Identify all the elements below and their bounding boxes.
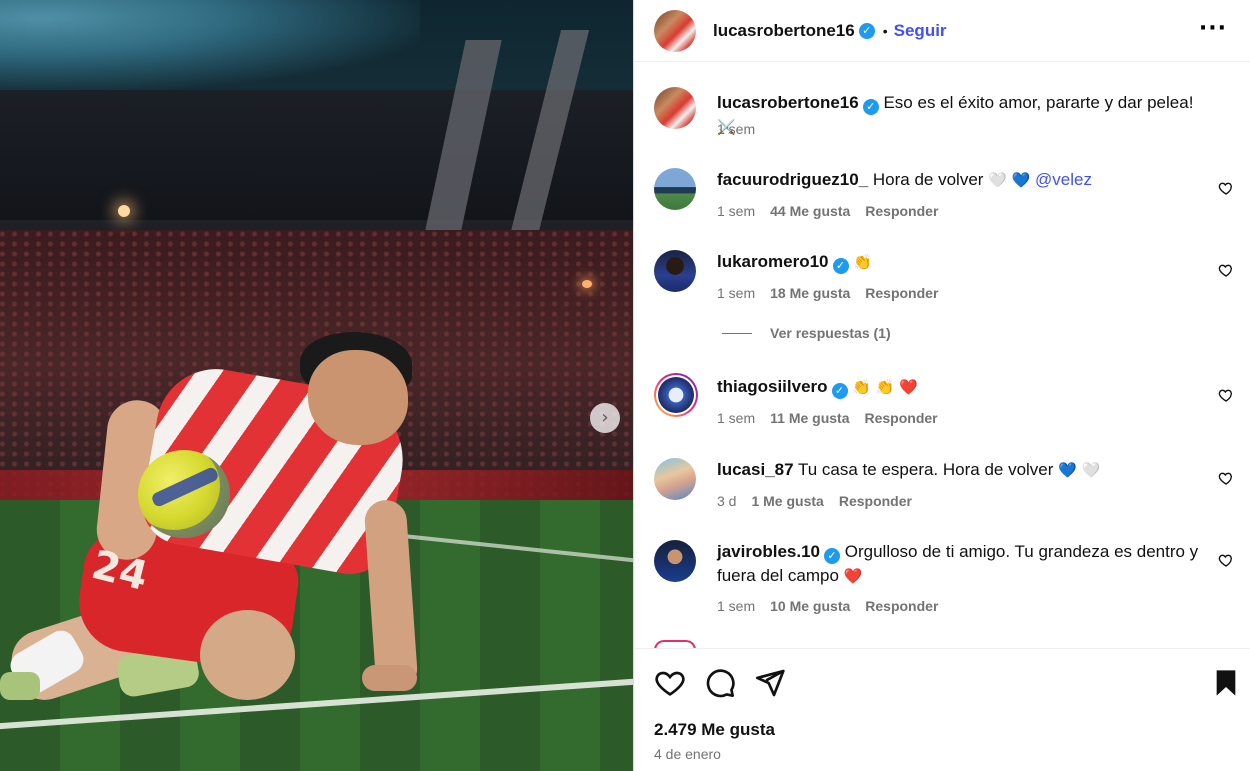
view-replies-button[interactable]: Ver respuestas (1) — [722, 325, 891, 341]
comment-likes[interactable]: 10 Me gusta — [770, 598, 850, 614]
comment-text: Hora de volver — [872, 170, 984, 189]
reply-button[interactable]: Responder — [865, 285, 938, 301]
player-knee — [200, 610, 295, 700]
reply-button[interactable]: Responder — [865, 598, 938, 614]
share-icon[interactable] — [754, 667, 786, 699]
comment-username[interactable]: facuurodriguez10_ — [717, 170, 868, 189]
comment-username[interactable]: javirobles.10 — [717, 542, 820, 561]
reply-button[interactable]: Responder — [839, 493, 912, 509]
comment-time[interactable]: 1 sem — [717, 598, 755, 614]
comment-emoji: ❤️ — [843, 566, 863, 585]
post-actions: 2.479 Me gusta 4 de enero — [634, 648, 1250, 771]
verified-icon: ✓ — [858, 22, 875, 39]
caption-text: Eso es el éxito amor, pararte y dar pele… — [883, 93, 1194, 112]
comment-likes[interactable]: 1 Me gusta — [751, 493, 823, 509]
comment-time[interactable]: 3 d — [717, 493, 736, 509]
likes-count[interactable]: 2.479 Me gusta — [654, 720, 775, 740]
player-boot — [0, 672, 40, 700]
post-header: lucasrobertone16 ✓ • Seguir ··· — [634, 0, 1250, 62]
post-panel: lucasrobertone16 ✓ • Seguir ··· lucasrob… — [633, 0, 1250, 771]
comment-username[interactable]: lucasi_87 — [717, 460, 794, 479]
author-username[interactable]: lucasrobertone16 — [713, 21, 855, 41]
comment-likes[interactable]: 11 Me gusta — [770, 410, 849, 426]
like-heart-icon[interactable] — [654, 667, 686, 699]
heart-icon[interactable] — [1218, 387, 1234, 403]
stadium-light — [118, 205, 130, 217]
mention-link[interactable]: @velez — [1035, 170, 1092, 189]
avatar[interactable] — [658, 377, 694, 413]
story-ring[interactable] — [654, 640, 696, 648]
caption-time[interactable]: 1 sem — [717, 121, 755, 137]
reply-button[interactable]: Responder — [865, 203, 938, 219]
story-ring[interactable] — [654, 373, 698, 417]
divider-line — [722, 332, 752, 334]
chevron-right-icon: › — [601, 407, 609, 428]
separator-dot: • — [882, 22, 888, 39]
player-hand — [362, 665, 417, 691]
heart-icon[interactable] — [1218, 552, 1234, 568]
avatar[interactable] — [654, 540, 696, 582]
comment-likes[interactable]: 44 Me gusta — [770, 203, 850, 219]
heart-icon[interactable] — [1218, 470, 1234, 486]
comment-username[interactable]: lukaromero10 — [717, 252, 829, 271]
avatar[interactable] — [654, 87, 696, 129]
carousel-next-button[interactable]: › — [590, 403, 620, 433]
comment-time[interactable]: 1 sem — [717, 203, 755, 219]
comment-emoji: 👏 — [853, 253, 872, 271]
more-options-icon[interactable]: ··· — [1199, 18, 1227, 40]
post-photo[interactable]: 24 › — [0, 0, 633, 771]
verified-icon: ✓ — [862, 98, 879, 115]
comment-text: Tu casa te espera. Hora de volver — [797, 460, 1054, 479]
heart-icon[interactable] — [1218, 262, 1234, 278]
comment-emoji: 👏 👏 ❤️ — [852, 378, 918, 396]
comment-emoji: 💙 🤍 — [1058, 461, 1101, 479]
player-head — [308, 350, 408, 445]
comment-emoji: 🤍 💙 — [988, 171, 1031, 189]
reply-button[interactable]: Responder — [865, 410, 938, 426]
comment-username[interactable]: thiagosiilvero — [717, 377, 828, 396]
view-replies-label: Ver respuestas (1) — [770, 325, 891, 341]
comment-icon[interactable] — [704, 667, 736, 699]
avatar[interactable] — [654, 9, 696, 52]
comment-time[interactable]: 1 sem — [717, 285, 755, 301]
stadium-sky — [0, 0, 420, 90]
avatar[interactable] — [654, 458, 696, 500]
avatar[interactable] — [654, 168, 696, 210]
verified-icon: ✓ — [832, 257, 849, 274]
heart-icon[interactable] — [1218, 180, 1234, 196]
avatar[interactable] — [654, 250, 696, 292]
follow-button[interactable]: Seguir — [894, 21, 947, 41]
verified-icon: ✓ — [831, 382, 848, 399]
comments-list[interactable]: lucasrobertone16 ✓ Eso es el éxito amor, … — [634, 63, 1250, 648]
stadium-light — [582, 280, 592, 288]
verified-icon: ✓ — [824, 547, 841, 564]
save-icon[interactable] — [1210, 667, 1242, 699]
comment-likes[interactable]: 18 Me gusta — [770, 285, 850, 301]
comment-time[interactable]: 1 sem — [717, 410, 755, 426]
post-date[interactable]: 4 de enero — [654, 746, 721, 762]
caption-username[interactable]: lucasrobertone16 — [717, 93, 859, 112]
